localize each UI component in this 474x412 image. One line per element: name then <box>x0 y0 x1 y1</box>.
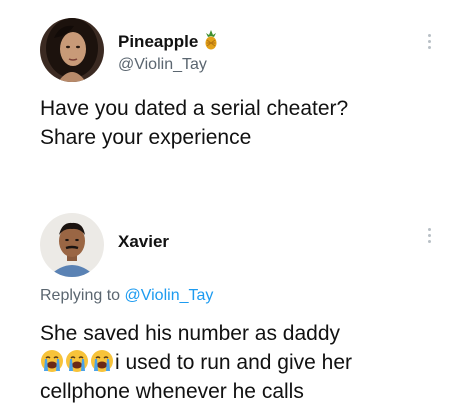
profile-photo-icon <box>40 18 104 82</box>
profile-photo-icon <box>40 213 104 277</box>
tweet-text-line: She saved his number as daddy <box>40 322 341 345</box>
handle[interactable]: @Violin_Tay <box>118 56 207 74</box>
tweet-text-line: cellphone whenever he calls <box>40 380 304 403</box>
display-name-text: Pineapple <box>118 32 199 51</box>
more-vertical-icon[interactable] <box>426 228 432 243</box>
display-name[interactable]: Xavier <box>118 232 169 252</box>
avatar[interactable] <box>40 213 104 277</box>
replying-to: Replying to @Violin_Tay <box>40 287 213 305</box>
tweet-text-line: Share your experience <box>40 126 252 149</box>
reply-tweet[interactable]: Xavier Replying to @Violin_Tay She saved… <box>0 195 474 412</box>
more-vertical-icon[interactable] <box>426 34 432 49</box>
loudly-crying-face-icon <box>65 349 89 373</box>
tweet-text-fragment: i used to run and give her <box>115 351 352 374</box>
display-name[interactable]: Pineapple <box>118 30 218 55</box>
original-tweet[interactable]: Pineapple @Violin_Tay Have you dated a s… <box>0 0 474 195</box>
replying-to-label: Replying to <box>40 287 121 304</box>
tweet-text: Have you dated a serial cheater? Share y… <box>40 94 450 152</box>
pineapple-emoji-icon <box>204 30 218 55</box>
tweet-text-line: i used to run and give her <box>40 348 470 377</box>
display-name-text: Xavier <box>118 232 170 251</box>
mention-link[interactable]: @Violin_Tay <box>125 287 214 304</box>
avatar[interactable] <box>40 18 104 82</box>
loudly-crying-face-icon <box>40 349 64 373</box>
tweet-text-line: Have you dated a serial cheater? <box>40 97 349 120</box>
loudly-crying-face-icon <box>90 349 114 373</box>
tweet-text: She saved his number as daddy i used to … <box>40 319 470 406</box>
